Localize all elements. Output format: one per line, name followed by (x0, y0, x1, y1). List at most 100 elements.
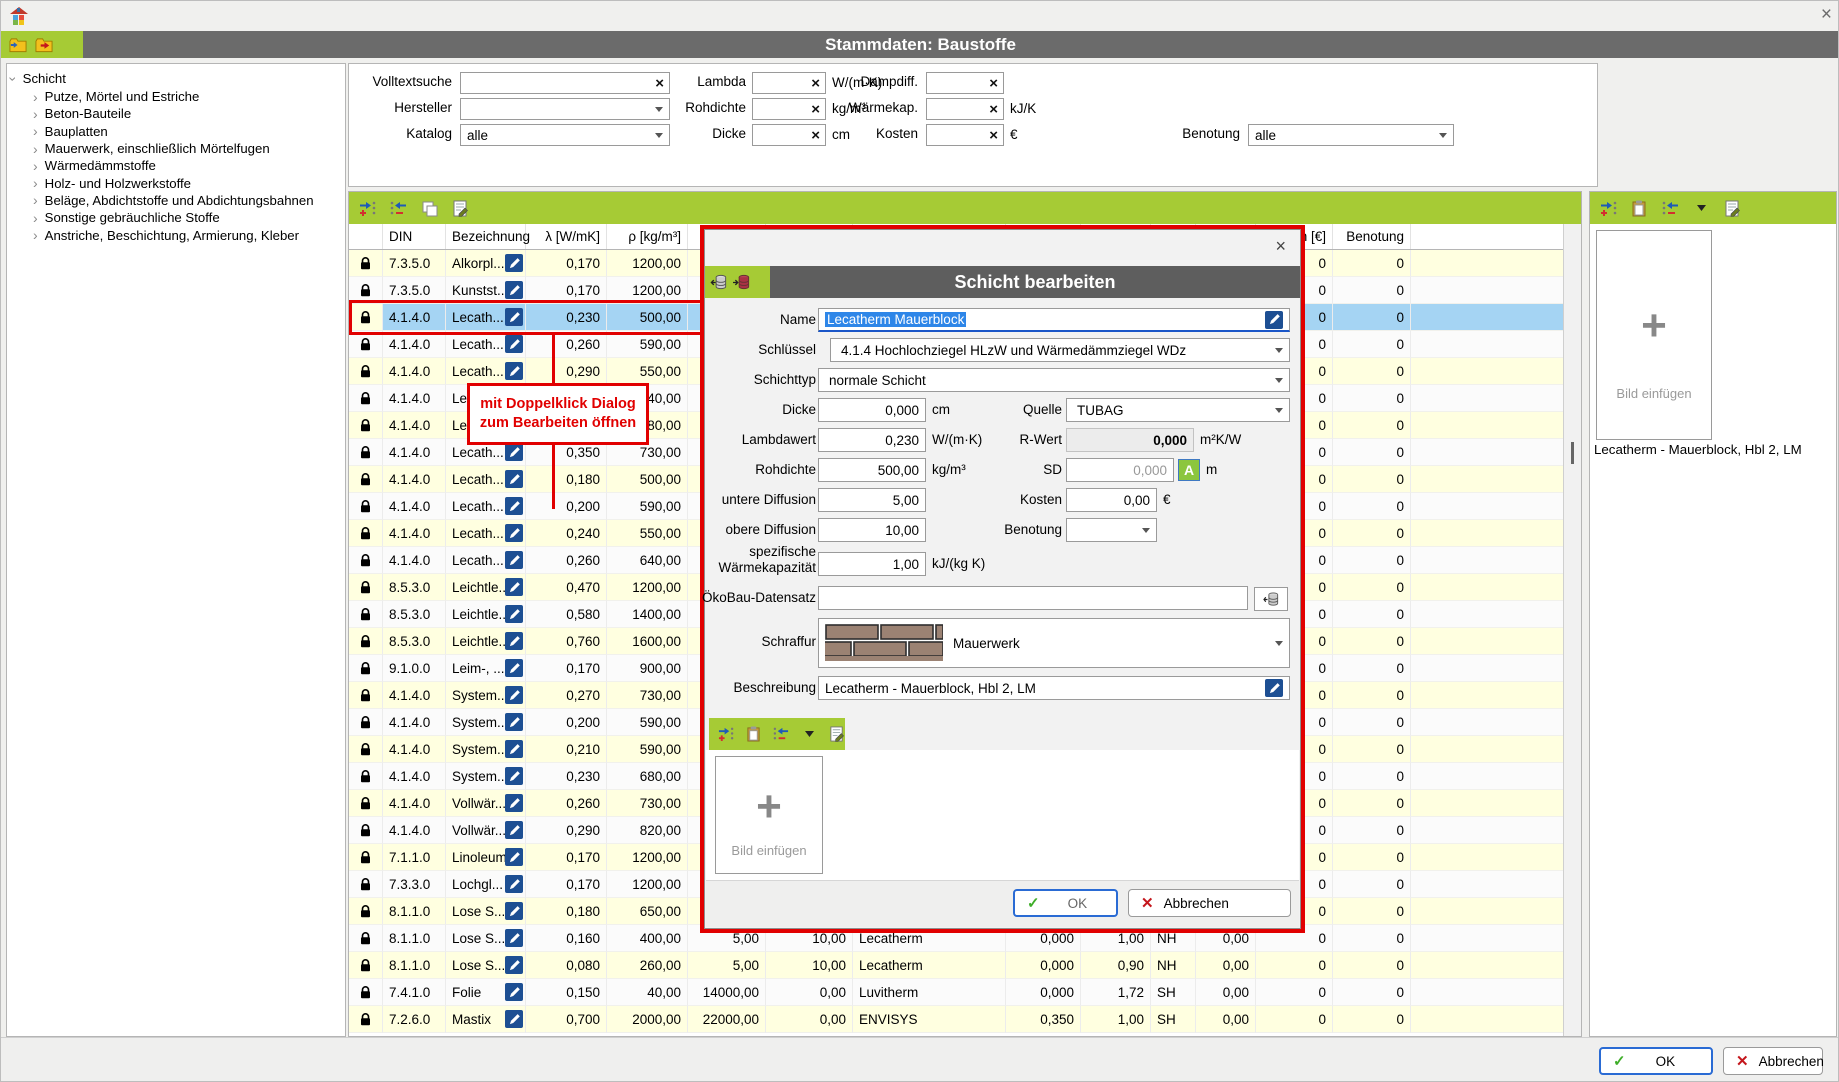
edit-pencil-icon[interactable] (505, 902, 523, 920)
chevron-right-icon[interactable]: › (33, 213, 38, 223)
volltextsuche-input[interactable]: × (460, 72, 670, 94)
edit-pencil-icon[interactable] (505, 983, 523, 1001)
edit-pencil-icon[interactable] (505, 929, 523, 947)
chevron-right-icon[interactable]: › (33, 109, 38, 119)
quelle-dropdown[interactable]: TUBAG (1066, 398, 1290, 422)
lambdawert-input[interactable]: 0,230 (818, 428, 926, 452)
edit-pencil-icon[interactable] (1265, 679, 1283, 697)
edit-pencil-icon[interactable] (505, 551, 523, 569)
untere-diffusion-input[interactable]: 5,00 (818, 488, 926, 512)
chevron-right-icon[interactable]: › (33, 195, 38, 205)
benotung-header[interactable]: Benotung (1333, 224, 1411, 249)
sd-auto-button[interactable]: A (1178, 459, 1200, 481)
chevron-right-icon[interactable]: › (33, 92, 38, 102)
edit-document-icon[interactable] (1723, 199, 1741, 217)
rohdichte-input[interactable]: 500,00 (818, 458, 926, 482)
edit-pencil-icon[interactable] (1265, 311, 1283, 329)
spez-waermekapazitaet-input[interactable]: 1,00 (818, 552, 926, 576)
tree-item[interactable]: › Holz- und Holzwerkstoffe (11, 174, 345, 191)
edit-pencil-icon[interactable] (505, 686, 523, 704)
table-scrollbar[interactable] (1563, 224, 1581, 1036)
edit-pencil-icon[interactable] (505, 362, 523, 380)
hersteller-dropdown[interactable] (460, 98, 670, 120)
chevron-right-icon[interactable]: › (33, 178, 38, 188)
dropdown-arrow-icon[interactable] (801, 725, 818, 743)
edit-pencil-icon[interactable] (505, 794, 523, 812)
clear-icon[interactable]: × (653, 76, 666, 91)
edit-pencil-icon[interactable] (505, 281, 523, 299)
scrollbar-thumb[interactable] (1571, 442, 1574, 464)
schichttyp-dropdown[interactable]: normale Schicht (818, 368, 1290, 392)
edit-pencil-icon[interactable] (505, 767, 523, 785)
edit-pencil-icon[interactable] (505, 497, 523, 515)
tree-item[interactable]: › Anstriche, Beschichtung, Armierung, Kl… (11, 226, 345, 243)
oekobau-input[interactable] (818, 586, 1248, 610)
remove-image-icon[interactable] (1661, 199, 1679, 217)
edit-pencil-icon[interactable] (505, 956, 523, 974)
dropdown-arrow-icon[interactable] (1692, 199, 1710, 217)
name-input[interactable]: Lecatherm Mauerblock (818, 308, 1290, 332)
dialog-cancel-button[interactable]: ✕ Abbrechen (1128, 889, 1291, 917)
tree-item[interactable]: › Beläge, Abdichtstoffe und Abdichtungsb… (11, 192, 345, 209)
edit-pencil-icon[interactable] (505, 821, 523, 839)
kosten-input[interactable]: 0,00 (1066, 488, 1157, 512)
add-image-icon[interactable] (1599, 199, 1617, 217)
tree-item[interactable]: › Mauerwerk, einschließlich Mörtelfugen (11, 140, 345, 157)
clear-icon[interactable]: × (809, 102, 822, 117)
obere-diffusion-input[interactable]: 10,00 (818, 518, 926, 542)
chevron-right-icon[interactable]: › (33, 161, 38, 171)
edit-pencil-icon[interactable] (505, 524, 523, 542)
katalog-dropdown[interactable]: alle (460, 124, 670, 146)
edit-pencil-icon[interactable] (505, 713, 523, 731)
clear-icon[interactable]: × (809, 128, 822, 143)
paste-icon[interactable] (746, 725, 763, 743)
edit-pencil-icon[interactable] (505, 443, 523, 461)
edit-document-icon[interactable] (451, 199, 469, 217)
edit-pencil-icon[interactable] (505, 1010, 523, 1028)
remove-row-icon[interactable] (389, 199, 407, 217)
chevron-right-icon[interactable]: › (33, 230, 38, 240)
dicke-filter-input[interactable]: × (752, 124, 826, 146)
lambda-filter-input[interactable]: × (752, 72, 826, 94)
tree-item[interactable]: › Beton-Bauteile (11, 105, 345, 122)
edit-pencil-icon[interactable] (505, 875, 523, 893)
edit-pencil-icon[interactable] (505, 254, 523, 272)
din-header[interactable]: DIN (383, 224, 446, 249)
clear-icon[interactable]: × (987, 76, 1000, 91)
open-folder-import-icon[interactable] (9, 36, 27, 54)
tree-item[interactable]: › Wärmedämmstoffe (11, 157, 345, 174)
edit-pencil-icon[interactable] (505, 659, 523, 677)
schluessel-dropdown[interactable]: 4.1.4 Hochlochziegel HLzW und Wärmedämmz… (830, 338, 1290, 362)
waermekap-filter-input[interactable]: × (926, 98, 1004, 120)
edit-pencil-icon[interactable] (505, 335, 523, 353)
edit-pencil-icon[interactable] (505, 632, 523, 650)
table-row[interactable]: 8.1.1.0 Lose S... 0,080 260,00 5,00 10,0… (349, 952, 1563, 979)
remove-image-icon[interactable] (773, 725, 790, 743)
database-export-icon[interactable] (733, 273, 751, 291)
clear-icon[interactable]: × (809, 76, 822, 91)
schraffur-dropdown[interactable]: Mauerwerk (818, 618, 1290, 668)
ok-button[interactable]: ✓ OK (1599, 1047, 1713, 1075)
database-lookup-icon[interactable] (1254, 587, 1288, 611)
tree-item[interactable]: › Putze, Mörtel und Estriche (11, 88, 345, 105)
edit-pencil-icon[interactable] (505, 848, 523, 866)
benotung-filter-dropdown[interactable]: alle (1248, 124, 1454, 146)
database-import-icon[interactable] (710, 273, 728, 291)
clear-icon[interactable]: × (987, 102, 1000, 117)
dialog-close-icon[interactable]: × (1275, 236, 1286, 257)
kosten-filter-input[interactable]: × (926, 124, 1004, 146)
edit-pencil-icon[interactable] (505, 605, 523, 623)
edit-pencil-icon[interactable] (505, 578, 523, 596)
add-row-icon[interactable] (358, 199, 376, 217)
table-row[interactable]: 7.4.1.0 Folie 0,150 40,00 14000,00 0,00 … (349, 979, 1563, 1006)
open-folder-export-icon[interactable] (35, 36, 53, 54)
beschreibung-input[interactable]: Lecatherm - Mauerblock, Hbl 2, LM (818, 676, 1290, 700)
chevron-right-icon[interactable]: › (33, 126, 38, 136)
sd-input[interactable]: 0,000 (1066, 458, 1174, 482)
dicke-input[interactable]: 0,000 (818, 398, 926, 422)
dampdiff-filter-input[interactable]: × (926, 72, 1004, 94)
table-row[interactable]: 7.2.6.0 Mastix 0,700 2000,00 22000,00 0,… (349, 1006, 1563, 1033)
window-close-icon[interactable]: × (1821, 5, 1832, 25)
edit-pencil-icon[interactable] (505, 470, 523, 488)
copy-icon[interactable] (420, 199, 438, 217)
